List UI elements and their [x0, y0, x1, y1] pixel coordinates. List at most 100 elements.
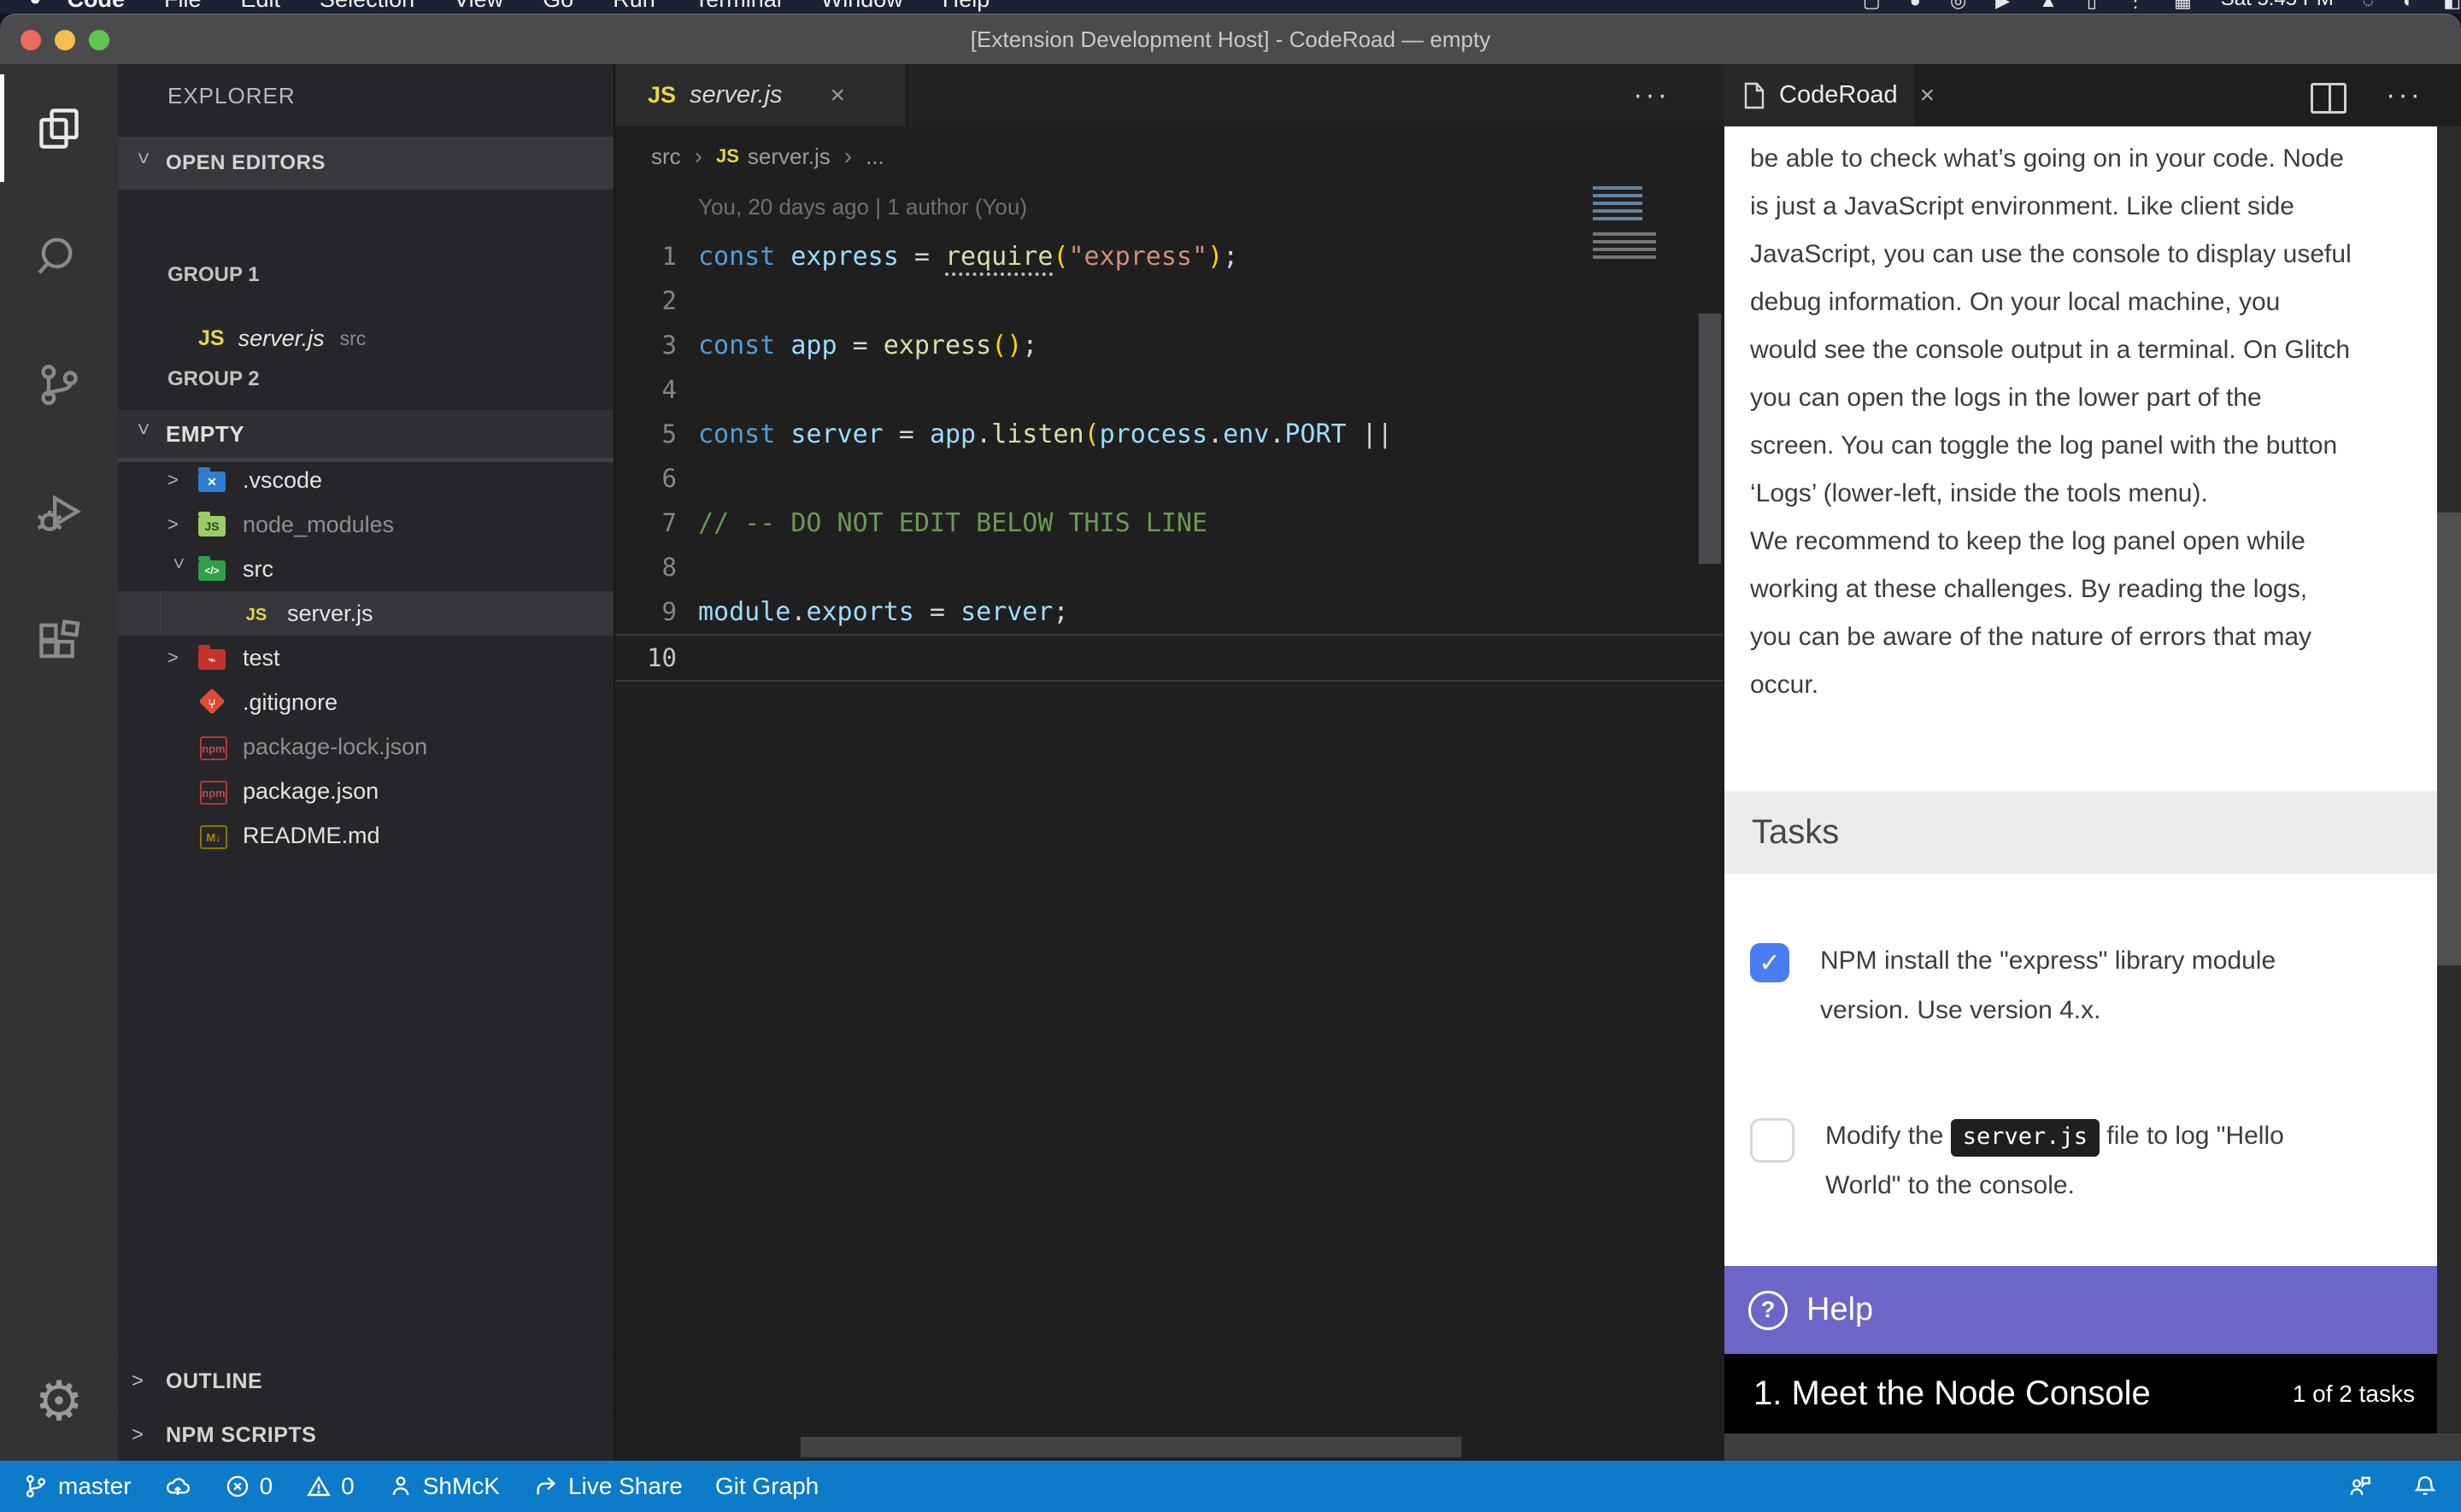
breadcrumb-separator: › — [844, 143, 852, 170]
code-line-6[interactable]: 6 — [615, 456, 1723, 501]
status-error-icon[interactable]: 0 — [224, 1473, 273, 1500]
code-line-1[interactable]: 1const express = require("express"); — [615, 234, 1723, 278]
tree-item--vscode[interactable]: >✕.vscode — [118, 458, 614, 502]
tree-item-node-modules[interactable]: >JSnode_modules — [118, 502, 614, 547]
code-line-9[interactable]: 9module.exports = server; — [615, 589, 1723, 634]
code-line-3[interactable]: 3const app = express(); — [615, 323, 1723, 367]
menu-item-run[interactable]: Run — [613, 0, 655, 12]
battery-icon[interactable]: ▯ — [2087, 0, 2097, 11]
js-file-icon: JS — [716, 145, 739, 167]
close-tab-icon[interactable]: × — [831, 81, 846, 110]
code-line-4[interactable]: 4 — [615, 367, 1723, 412]
apple-menu-icon[interactable]: ● — [29, 0, 42, 11]
editor-group: JS server.js × ··· src › JS server.js › … — [614, 64, 1726, 1461]
chevron-down-icon: > — [131, 423, 155, 445]
editor-group-1-label: GROUP 1 — [167, 263, 260, 287]
status-cloud-upload-icon[interactable] — [164, 1473, 191, 1500]
menu-item-file[interactable]: File — [164, 0, 202, 12]
sidebar-title: EXPLORER — [167, 83, 296, 109]
menu-item-window[interactable]: Window — [821, 0, 903, 12]
task-text: Modify the server.js file to log "Hello … — [1825, 1111, 2284, 1210]
dots-icon[interactable]: ⋮ — [2126, 0, 2145, 11]
control-center-icon[interactable]: ◧ — [2443, 0, 2461, 11]
webview-scrollbar-track[interactable] — [2437, 126, 2461, 1433]
grid-icon[interactable]: ▦ — [2174, 0, 2192, 11]
project-section-header[interactable]: > EMPTY — [118, 410, 614, 458]
status-git-branch-icon[interactable]: master — [22, 1473, 132, 1500]
triangle-icon[interactable]: ▲ — [2039, 0, 2058, 11]
outline-section-header[interactable]: > OUTLINE — [118, 1357, 614, 1405]
split-editor-icon[interactable] — [2311, 83, 2346, 114]
tree-item-src[interactable]: ></>src — [118, 547, 614, 591]
code-line-2[interactable]: 2 — [615, 278, 1723, 323]
code-line-10[interactable]: 10 — [615, 634, 1723, 682]
breadcrumb-server-js[interactable]: server.js — [748, 144, 831, 170]
help-label: Help — [1806, 1292, 1873, 1328]
tree-item-test[interactable]: >⌁test — [118, 636, 614, 680]
open-editors-header[interactable]: > OPEN EDITORS — [118, 137, 614, 190]
tab-coderoad[interactable]: CodeRoad × — [1724, 64, 1914, 126]
help-bar[interactable]: ? Help — [1724, 1266, 2437, 1354]
breadcrumb-symbol[interactable]: ... — [866, 144, 884, 170]
activity-search-icon[interactable] — [0, 192, 118, 320]
window-icon[interactable]: ▢ — [1863, 0, 1881, 11]
status-warning-icon[interactable]: 0 — [305, 1473, 355, 1500]
activity-source-control-icon[interactable] — [0, 320, 118, 448]
tree-item--gitignore[interactable]: ⑂.gitignore — [118, 680, 614, 724]
status-live-share-contact-icon[interactable] — [2346, 1473, 2374, 1500]
tree-item-server-js[interactable]: JSserver.js — [118, 591, 614, 636]
siri-icon[interactable]: ◐ — [2403, 0, 2414, 11]
close-tab-icon[interactable]: × — [1920, 81, 1935, 110]
file-tree: >✕.vscode>JSnode_modules></>srcJSserver.… — [118, 458, 614, 858]
editor-more-actions-icon[interactable]: ··· — [1633, 64, 1670, 126]
open-editors-label: OPEN EDITORS — [166, 151, 326, 175]
checkbox-checked[interactable]: ✓ — [1750, 943, 1789, 982]
status-person-icon[interactable]: ShMcK — [387, 1473, 500, 1500]
status-live-share-icon[interactable]: Live Share — [532, 1473, 683, 1500]
panel-more-actions-icon[interactable]: ··· — [2386, 64, 2423, 126]
checkbox-unchecked[interactable] — [1750, 1118, 1794, 1163]
code-line-5[interactable]: 5const server = app.listen(process.env.P… — [615, 412, 1723, 456]
shield-icon[interactable]: ● — [1910, 0, 1921, 11]
code-area[interactable]: 1const express = require("express");23co… — [615, 234, 1723, 682]
code-text: module.exports = server; — [698, 597, 1069, 627]
chevron-right-icon: > — [167, 513, 190, 536]
tree-item-package-lock-json[interactable]: npmpackage-lock.json — [118, 724, 614, 769]
tab-server-js[interactable]: JS server.js × — [615, 64, 907, 126]
menu-item-terminal[interactable]: Terminal — [695, 0, 782, 12]
breadcrumb-src[interactable]: src — [651, 144, 681, 170]
git-icon: ⑂ — [197, 689, 229, 716]
play-icon[interactable]: ▶ — [1995, 0, 2010, 11]
code-line-8[interactable]: 8 — [615, 545, 1723, 589]
breadcrumb[interactable]: src › JS server.js › ... — [651, 136, 884, 177]
menu-item-help[interactable]: Help — [943, 0, 990, 12]
lesson-title-bar[interactable]: 1. Meet the Node Console 1 of 2 tasks — [1724, 1354, 2437, 1433]
menu-item-view[interactable]: View — [454, 0, 503, 12]
status-bell-icon[interactable] — [2411, 1473, 2439, 1500]
menubar-trailing-icons: ◌ ◐ ◧ — [2334, 0, 2461, 13]
tree-item-readme-md[interactable]: M↓README.md — [118, 813, 614, 858]
menu-item-go[interactable]: Go — [543, 0, 573, 12]
menu-item-selection[interactable]: Selection — [320, 0, 414, 12]
code-line-7[interactable]: 7// -- DO NOT EDIT BELOW THIS LINE — [615, 501, 1723, 545]
record-icon[interactable]: ◎ — [1950, 0, 1966, 11]
status-git-graph[interactable]: Git Graph — [715, 1473, 819, 1500]
tree-item-package-json[interactable]: npmpackage.json — [118, 769, 614, 813]
editor-group-2-label: GROUP 2 — [167, 367, 260, 391]
editor-horizontal-scrollbar[interactable] — [801, 1437, 1461, 1457]
npm-scripts-section-header[interactable]: > NPM SCRIPTS — [118, 1410, 614, 1459]
git-blame-annotation: You, 20 days ago | 1 author (You) — [698, 194, 1027, 220]
menu-item-edit[interactable]: Edit — [241, 0, 281, 12]
line-number: 10 — [615, 643, 677, 672]
settings-gear-icon[interactable]: ⚙ — [0, 1350, 118, 1452]
open-editor-server-js[interactable]: JS server.js src — [118, 314, 614, 363]
menu-item-code[interactable]: Code — [68, 0, 126, 12]
search-icon[interactable]: ◌ — [2363, 0, 2374, 11]
minimap[interactable] — [1593, 186, 1675, 260]
activity-run-debug-icon[interactable] — [0, 448, 118, 577]
webview-scrollbar-thumb[interactable] — [2437, 513, 2461, 965]
editor-vertical-scrollbar[interactable] — [1699, 314, 1721, 564]
activity-extensions-icon[interactable] — [0, 577, 118, 705]
activity-explorer-icon[interactable] — [0, 64, 118, 192]
coderoad-tab-bar: CodeRoad × ··· — [1724, 64, 2461, 126]
